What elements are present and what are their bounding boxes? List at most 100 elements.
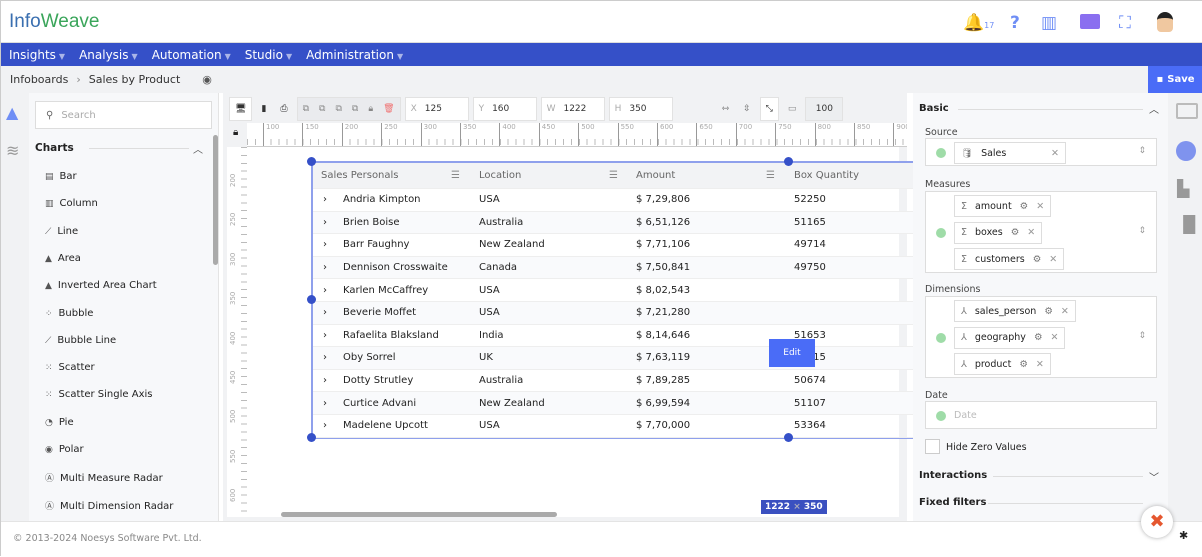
zoom-field[interactable]: 100 <box>805 97 844 121</box>
send-back-icon[interactable]: ⧉ <box>352 104 358 114</box>
avatar[interactable] <box>1157 12 1173 32</box>
widget-settings-icon[interactable] <box>1176 103 1198 119</box>
expand-chevron-icon[interactable]: › <box>323 420 327 431</box>
ruler-lock-icon[interactable]: 🔒︎ <box>233 127 238 138</box>
table-row[interactable]: › Rafaelita Blaksland India $ 8,14,646 51653 <box>313 325 925 348</box>
expand-chevron-icon[interactable]: › <box>323 352 327 363</box>
bring-forward-icon[interactable]: ⧉ <box>303 104 309 114</box>
chart-item-polar[interactable]: ◉ Polar <box>45 444 84 455</box>
expand-chevron-icon[interactable]: › <box>323 398 327 409</box>
grid-toggle-icon[interactable]: ▭ <box>783 97 802 121</box>
remove-icon[interactable]: ✕ <box>1050 332 1058 343</box>
date-field[interactable]: Date <box>925 401 1157 429</box>
print-icon[interactable]: ⎙ <box>275 97 292 121</box>
remove-icon[interactable]: ✕ <box>1027 227 1035 238</box>
bug-icon[interactable]: ✱ <box>1179 529 1188 542</box>
sort-icon[interactable]: ⇕ <box>1138 226 1146 236</box>
nav-analysis[interactable]: Analysis ▼ <box>79 48 138 62</box>
help-icon[interactable]: ? <box>1010 13 1020 33</box>
gear-icon[interactable]: ⚙ <box>1011 227 1020 238</box>
remove-icon[interactable]: ✕ <box>1049 254 1057 265</box>
gear-icon[interactable]: ⚙ <box>1019 359 1028 370</box>
gear-icon[interactable]: ⚙ <box>1033 254 1042 265</box>
nav-insights[interactable]: Insights ▼ <box>9 48 65 62</box>
fixed-filters-section[interactable]: Fixed filters <box>919 497 986 508</box>
chart-item-multi-dimension-radar[interactable]: Ⓐ Multi Dimension Radar <box>45 499 173 512</box>
column-header[interactable]: Amount <box>636 170 675 181</box>
dimensions-field[interactable]: ⇕ ⅄ sales_person ⚙ ✕ ⅄ geography ⚙ ✕ ⅄ product ⚙ ✕ <box>925 296 1157 378</box>
remove-icon[interactable]: ✕ <box>1036 359 1044 370</box>
interactions-section[interactable]: Interactions <box>919 470 987 481</box>
send-backward-icon[interactable]: ⧉ <box>319 104 325 114</box>
gauge-icon[interactable] <box>1176 141 1196 161</box>
nav-automation[interactable]: Automation ▼ <box>152 48 231 62</box>
dimension-chip[interactable]: ⅄ product ⚙ ✕ <box>954 353 1051 375</box>
monitor-icon[interactable] <box>1080 14 1100 29</box>
lock-icon[interactable]: 🔒︎ <box>368 104 373 114</box>
chart-type-icon[interactable]: ▐▌ <box>1177 215 1202 234</box>
chart-item-bubble[interactable]: ⁘ Bubble <box>45 308 93 319</box>
fit-screen-icon[interactable]: ⤡ <box>759 97 779 121</box>
expand-chevron-icon[interactable]: › <box>323 239 327 250</box>
chart-item-inverted-area-chart[interactable]: ▲ Inverted Area Chart <box>45 280 157 291</box>
column-menu-icon[interactable]: ☰ <box>451 170 460 181</box>
layers-icon[interactable]: ≋ <box>6 141 19 160</box>
gear-icon[interactable]: ⚙ <box>1020 201 1029 212</box>
expand-chevron-icon[interactable]: › <box>323 217 327 228</box>
theme-icon[interactable]: ▙ <box>1177 179 1189 198</box>
chart-item-bubble-line[interactable]: ⟋ Bubble Line <box>45 335 116 346</box>
remove-icon[interactable]: ✕ <box>1061 306 1069 317</box>
resize-handle[interactable] <box>784 157 793 166</box>
chart-item-bar[interactable]: ▤ Bar <box>45 171 77 182</box>
sigma-chip[interactable]: Σcustomers ⚙ ✕ <box>954 248 1065 270</box>
chevron-up-icon[interactable]: ︿ <box>1149 101 1159 116</box>
sigma-chip[interactable]: Σboxes ⚙ ✕ <box>954 221 1043 244</box>
table-row[interactable]: › Andria Kimpton USA $ 7,29,806 52250 <box>313 189 925 212</box>
scrollbar[interactable] <box>213 135 218 265</box>
expand-chevron-icon[interactable]: › <box>323 262 327 273</box>
sigma-chip[interactable]: Σamount ⚙ ✕ <box>954 195 1052 217</box>
resize-handle[interactable] <box>307 295 316 304</box>
fullscreen-icon[interactable]: ⛶ <box>1119 13 1131 33</box>
measures-field[interactable]: ⇕ Σamount ⚙ ✕ Σboxes ⚙ ✕ Σcustomers ⚙ ✕ <box>925 191 1157 273</box>
dimension-chip[interactable]: ⅄ geography ⚙ ✕ <box>954 326 1066 349</box>
chat-bot-icon[interactable]: ✖ <box>1141 506 1173 538</box>
chart-item-scatter-single-axis[interactable]: ⁙ Scatter Single Axis <box>45 389 152 400</box>
shapes-icon[interactable]: ▲ <box>6 103 18 122</box>
expand-chevron-icon[interactable]: › <box>323 285 327 296</box>
column-menu-icon[interactable]: ☰ <box>609 170 618 181</box>
resize-handle[interactable] <box>307 157 316 166</box>
edit-button[interactable]: Edit <box>769 339 815 367</box>
w-field[interactable]: W 1222 <box>540 97 605 121</box>
chart-item-column[interactable]: ▥ Column <box>45 198 98 209</box>
y-field[interactable]: Y 160 <box>472 97 537 121</box>
mobile-view-button[interactable]: ▮ <box>256 97 271 121</box>
bell-icon[interactable]: 🔔17 <box>963 13 994 33</box>
expand-chevron-icon[interactable]: › <box>323 307 327 318</box>
data-table-widget[interactable]: Sales Personals ☰ Location ☰ Amount ☰ Box Quan… <box>311 161 925 439</box>
table-row[interactable]: › Dotty Strutley Australia $ 7,89,285 50674 <box>313 370 925 393</box>
expand-chevron-icon[interactable]: › <box>323 375 327 386</box>
search-input[interactable]: ⚲ Search <box>35 101 212 129</box>
expand-chevron-icon[interactable]: › <box>323 194 327 205</box>
h-field[interactable]: H 350 <box>608 97 673 121</box>
dimension-chip[interactable]: ⅄ sales_person ⚙ ✕ <box>954 300 1076 322</box>
table-row[interactable]: › Karlen McCaffrey USA $ 8,02,543 <box>313 279 925 302</box>
x-field[interactable]: X 125 <box>404 97 469 121</box>
table-row[interactable]: › Barr Faughny New Zealand $ 7,71,106 49714 <box>313 234 925 257</box>
chevron-down-icon[interactable]: ﹀ <box>1149 469 1159 484</box>
resize-handle[interactable] <box>784 433 793 442</box>
column-header[interactable]: Location <box>479 170 521 181</box>
sort-icon[interactable]: ⇕ <box>1138 146 1146 156</box>
chart-item-area[interactable]: ▲ Area <box>45 253 81 264</box>
remove-icon[interactable]: ✕ <box>1036 201 1044 212</box>
chart-item-pie[interactable]: ◔ Pie <box>45 417 74 428</box>
column-header[interactable]: Box Quantity <box>794 170 859 181</box>
source-field[interactable]: 🛢︎ Sales ✕ ⇕ <box>925 138 1157 166</box>
nav-administration[interactable]: Administration ▼ <box>306 48 403 62</box>
delete-icon[interactable]: 🗑︎ <box>383 104 394 114</box>
save-button[interactable]: ▪ Save <box>1148 66 1202 93</box>
chart-item-scatter[interactable]: ⁙ Scatter <box>45 362 95 373</box>
column-header[interactable]: Sales Personals <box>321 170 399 181</box>
table-row[interactable]: › Dennison Crosswaite Canada $ 7,50,841 4975… <box>313 256 925 280</box>
